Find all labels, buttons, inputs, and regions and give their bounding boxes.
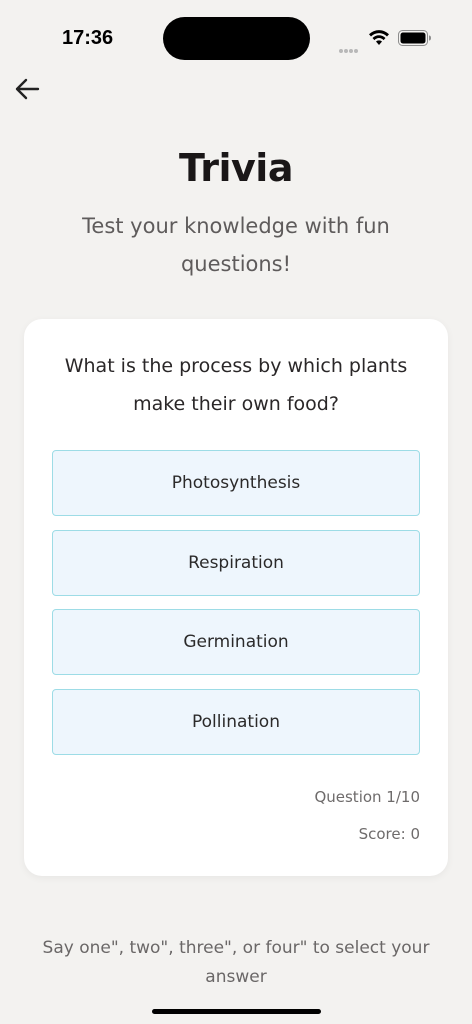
voice-hint: Say one", two", three", or four" to sele… — [42, 938, 430, 987]
question-text: What is the process by which plants make… — [64, 355, 408, 415]
answer-option-2[interactable]: Respiration — [52, 530, 420, 596]
battery-icon — [398, 30, 431, 46]
status-bar: 17:36 — [0, 0, 472, 76]
wifi-icon — [369, 30, 389, 45]
answer-option-label: Pollination — [192, 712, 280, 732]
answer-option-3[interactable]: Germination — [52, 609, 420, 675]
status-time: 17:36 — [62, 27, 114, 49]
dynamic-island — [163, 17, 310, 60]
answer-option-4[interactable]: Pollination — [52, 689, 420, 755]
answer-option-label: Respiration — [188, 553, 284, 573]
answer-option-label: Germination — [183, 632, 289, 652]
question-progress: Question 1/10 — [314, 788, 420, 806]
score-label: Score: 0 — [358, 825, 420, 843]
question-card: What is the process by which plants make… — [24, 319, 448, 876]
page-subtitle: Test your knowledge with fun questions! — [82, 214, 390, 276]
page-title: Trivia — [179, 146, 293, 190]
answer-option-label: Photosynthesis — [171, 473, 301, 493]
signal-dots-icon — [339, 38, 359, 57]
home-indicator[interactable] — [152, 1009, 321, 1014]
arrow-left-icon — [15, 78, 40, 100]
answer-option-1[interactable]: Photosynthesis — [52, 450, 420, 516]
back-button[interactable] — [10, 74, 44, 104]
